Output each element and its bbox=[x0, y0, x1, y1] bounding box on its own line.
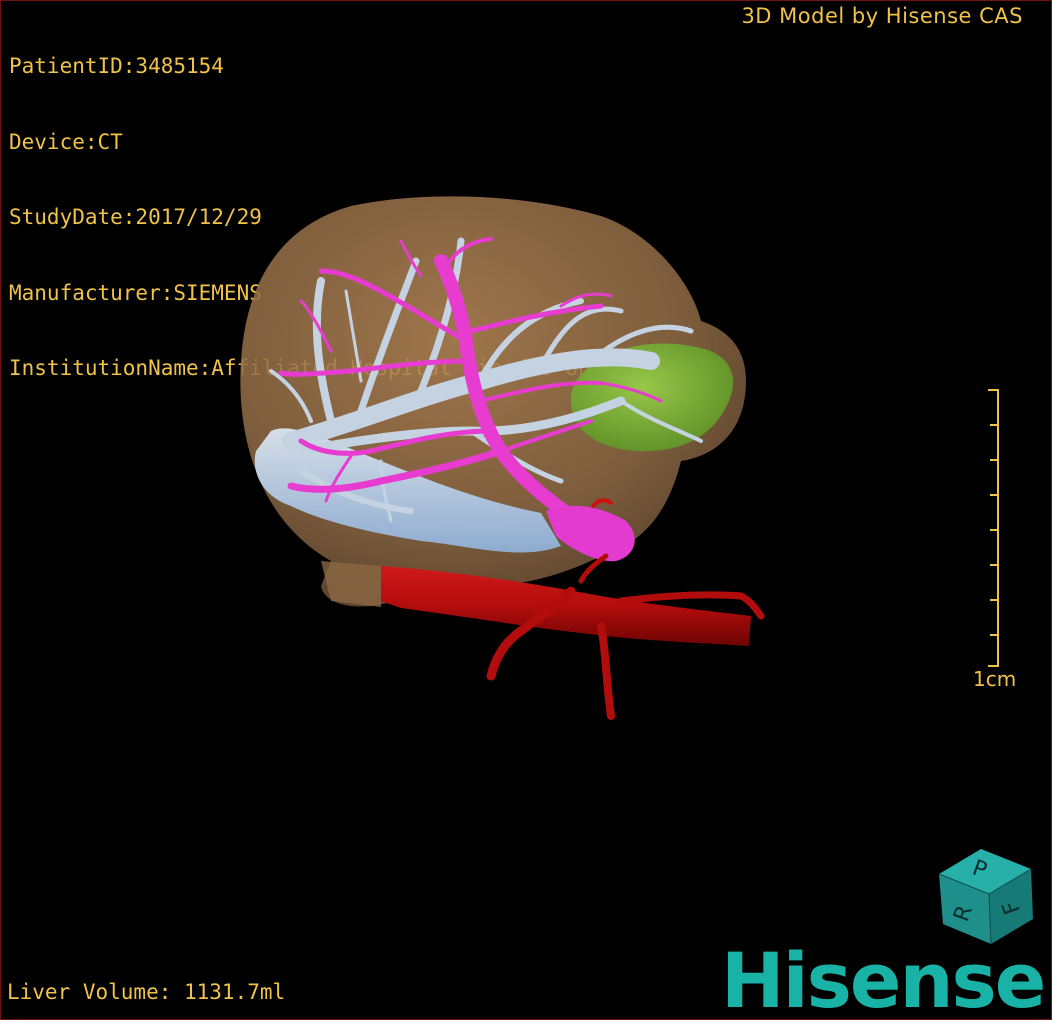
liver-volume-text: Liver Volume: 1131.7ml bbox=[7, 980, 286, 1004]
hisense-logo: Hisense bbox=[721, 936, 1046, 1020]
orientation-cube-icon[interactable]: P R F bbox=[931, 839, 1041, 949]
scale-bar bbox=[988, 389, 999, 667]
scale-bar-label: 1cm bbox=[973, 667, 1017, 691]
liver-3d-model[interactable] bbox=[1, 1, 1051, 1019]
3d-viewport[interactable]: PatientID:3485154 Device:CT StudyDate:20… bbox=[0, 0, 1052, 1020]
